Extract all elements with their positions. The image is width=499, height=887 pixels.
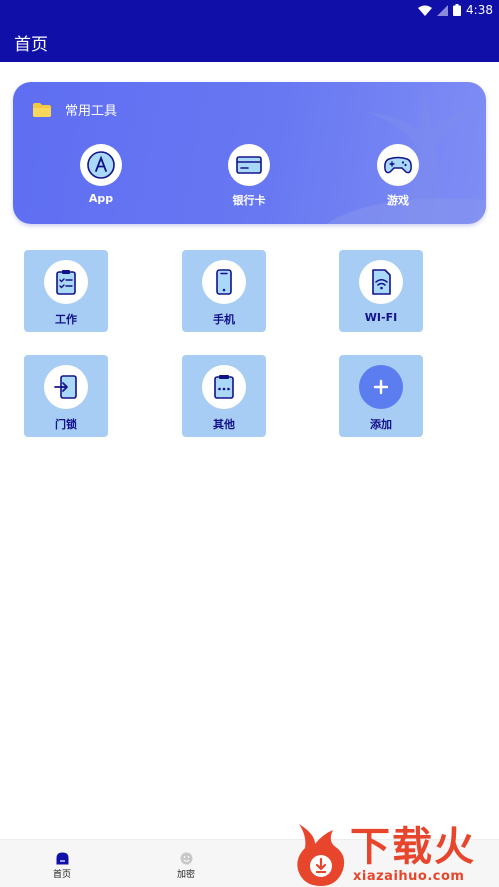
page-title: 首页: [14, 35, 48, 55]
app-store-icon: [87, 151, 115, 179]
tile-door-lock[interactable]: 门锁: [24, 355, 108, 437]
tool-game[interactable]: 游戏: [358, 144, 438, 208]
common-tools-card: 常用工具 App 银行卡 游戏: [13, 82, 486, 224]
plus-icon: [373, 379, 389, 395]
tool-bank-card-label: 银行卡: [232, 194, 266, 207]
tile-wifi-circle: [359, 260, 403, 304]
battery-icon: [453, 4, 462, 16]
gamepad-icon: [384, 156, 412, 174]
tile-wifi[interactable]: WI-FI: [339, 250, 423, 332]
tool-app[interactable]: App: [61, 144, 141, 205]
tile-work-circle: [44, 260, 88, 304]
card-title: 常用工具: [65, 104, 118, 119]
cell-signal-icon: [437, 4, 449, 16]
tile-phone[interactable]: 手机: [182, 250, 266, 332]
tile-door-lock-circle: [44, 365, 88, 409]
tile-add[interactable]: 添加: [339, 355, 423, 437]
tool-app-circle: [80, 144, 122, 186]
clipboard-icon: [56, 270, 76, 295]
tile-wifi-label: WI-FI: [364, 311, 398, 324]
tile-door-lock-label: 门锁: [55, 418, 77, 431]
login-door-icon: [54, 375, 77, 399]
status-bar: 4:38: [0, 0, 499, 20]
dots-card-icon: [214, 375, 234, 399]
tile-work-label: 工作: [55, 313, 77, 326]
watermark-url: xiazaihuo.com: [353, 869, 465, 884]
nav-item-encrypt[interactable]: 加密: [156, 848, 216, 880]
tile-phone-label: 手机: [213, 313, 235, 326]
tile-add-label: 添加: [370, 418, 392, 431]
status-time: 4:38: [466, 3, 493, 17]
nav-label-home: 首页: [52, 870, 71, 880]
add-button[interactable]: [359, 365, 403, 409]
watermark-brand: 下载火: [350, 824, 476, 870]
wifi-card-icon: [372, 269, 391, 295]
tile-phone-circle: [202, 260, 246, 304]
tile-other[interactable]: 其他: [182, 355, 266, 437]
tile-other-label: 其他: [213, 418, 235, 431]
nav-item-home[interactable]: 首页: [32, 848, 92, 880]
watermark: 下载火 xiazaihuo.com: [293, 822, 499, 887]
tool-bank-card-circle: [228, 144, 270, 186]
card-header: 常用工具: [33, 100, 117, 119]
tool-game-circle: [377, 144, 419, 186]
wifi-signal-icon: [418, 5, 433, 16]
tool-bank-card[interactable]: 银行卡: [209, 144, 289, 208]
bank-card-icon: [236, 156, 262, 174]
home-icon: [56, 852, 68, 865]
app-bar: 首页: [0, 20, 499, 62]
folder-icon: [33, 102, 51, 117]
flame-logo-icon: [297, 824, 345, 886]
tool-app-label: App: [88, 192, 114, 205]
tile-work[interactable]: 工作: [24, 250, 108, 332]
tile-other-circle: [202, 365, 246, 409]
nav-label-encrypt: 加密: [176, 870, 195, 880]
phone-icon: [216, 269, 232, 295]
status-icons: 4:38: [418, 3, 493, 17]
tool-game-label: 游戏: [387, 194, 409, 207]
smiley-icon: [180, 852, 192, 865]
